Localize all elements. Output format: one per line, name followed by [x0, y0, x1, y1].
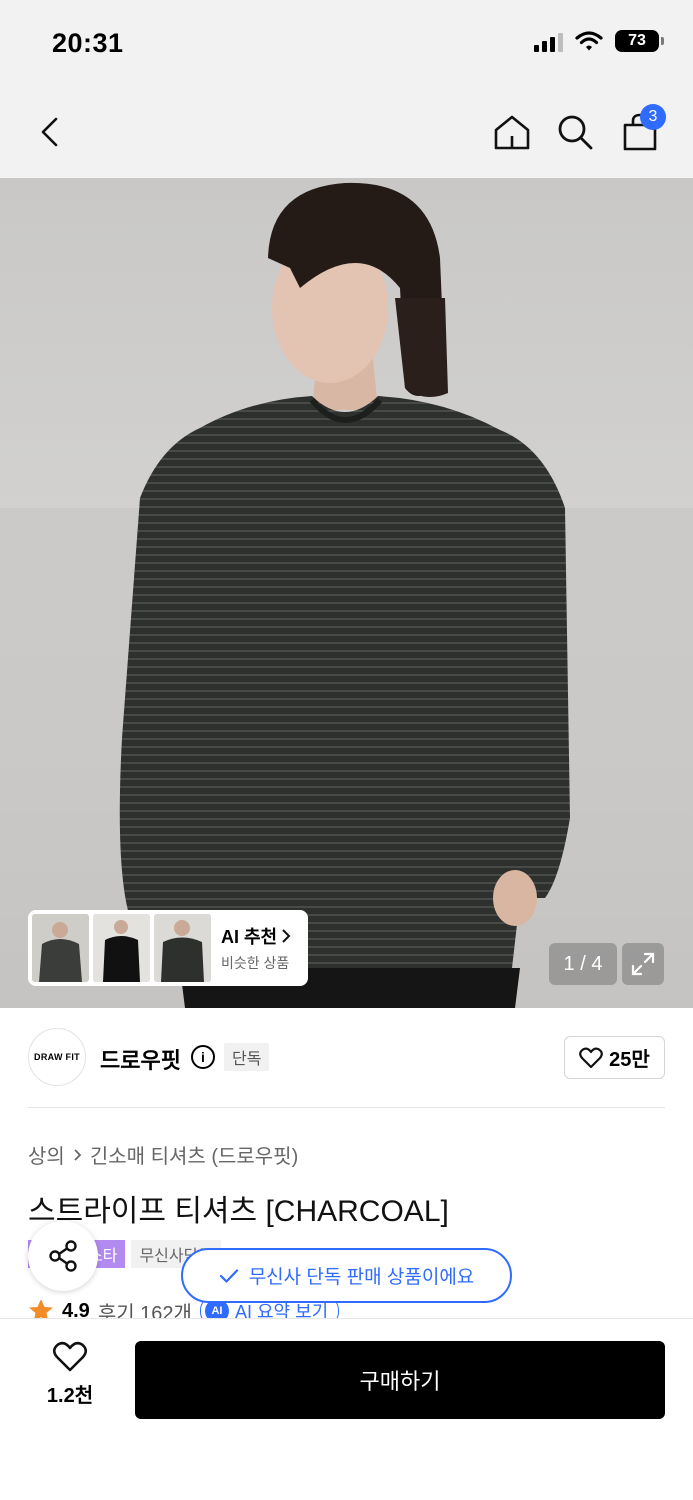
product-image[interactable]: [0, 178, 693, 1008]
status-icons: 73: [534, 30, 664, 52]
chevron-right-icon: [282, 929, 291, 943]
bottom-action-bar: 1.2천 구매하기: [0, 1318, 693, 1500]
model-photo: [0, 182, 693, 1008]
buy-button[interactable]: 구매하기: [135, 1341, 665, 1419]
wifi-icon: [575, 31, 603, 51]
similar-item-thumb[interactable]: [93, 914, 150, 982]
image-counter: 1 / 4: [549, 943, 617, 985]
status-time: 20:31: [52, 28, 124, 58]
share-button[interactable]: [28, 1221, 98, 1291]
wishlist-button[interactable]: 1.2천: [34, 1341, 106, 1421]
ai-recommend-card[interactable]: AI 추천 비슷한 상품: [28, 910, 308, 986]
cart-count-badge: 3: [640, 104, 666, 130]
wishlist-count: 1.2천: [46, 1385, 94, 1407]
expand-image-button[interactable]: [622, 943, 664, 985]
ai-recommend-text: AI 추천 비슷한 상품: [221, 923, 291, 973]
brand-row: DRAW FIT 드로우핏 i 단독 25만: [28, 1028, 665, 1088]
ai-recommend-title: AI 추천: [221, 923, 291, 949]
brand-like-button[interactable]: 25만: [564, 1036, 665, 1079]
similar-item-thumb[interactable]: [32, 914, 89, 982]
share-icon: [49, 1240, 77, 1272]
brand-logo[interactable]: DRAW FIT: [28, 1028, 86, 1086]
similar-item-thumb[interactable]: [154, 914, 211, 982]
home-icon: [494, 115, 530, 150]
divider: [28, 1107, 665, 1108]
back-button[interactable]: [26, 108, 74, 156]
cellular-signal-icon: [534, 30, 563, 52]
exclusive-toast: 무신사 단독 판매 상품이에요: [181, 1248, 512, 1303]
ai-recommend-subtitle: 비슷한 상품: [221, 955, 290, 971]
search-icon: [558, 115, 593, 150]
heart-icon: [52, 1341, 88, 1372]
product-title: 스트라이프 티셔츠 [CHARCOAL]: [28, 1195, 449, 1228]
brand-name[interactable]: 드로우핏: [100, 1043, 181, 1075]
breadcrumb: 상의 긴소매 티셔츠 (드로우핏): [28, 1140, 298, 1169]
breadcrumb-item[interactable]: 긴소매 티셔츠 (드로우핏): [90, 1140, 298, 1169]
heart-icon: [579, 1047, 604, 1068]
info-icon[interactable]: i: [191, 1045, 215, 1069]
chevron-right-icon: [74, 1148, 82, 1161]
cart-button[interactable]: 3: [616, 104, 666, 156]
home-button[interactable]: [488, 108, 536, 156]
breadcrumb-item[interactable]: 상의: [28, 1140, 65, 1169]
chevron-left-icon: [41, 117, 58, 147]
search-button[interactable]: [551, 108, 599, 156]
toast-message: 무신사 단독 판매 상품이에요: [248, 1267, 475, 1288]
check-icon: [219, 1268, 238, 1283]
exclusive-tag: 단독: [224, 1043, 270, 1071]
brand-like-count: 25만: [609, 1049, 650, 1071]
expand-icon: [631, 952, 655, 976]
nav-bar: 3: [0, 88, 693, 178]
battery-indicator: 73: [615, 30, 664, 52]
status-bar: 20:31 73: [0, 0, 693, 88]
